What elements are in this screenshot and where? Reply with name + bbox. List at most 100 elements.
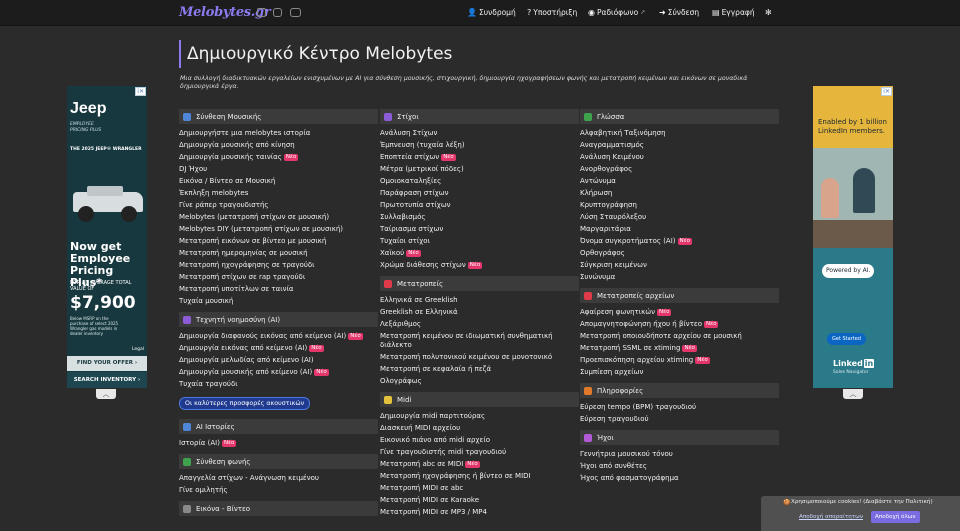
- cookie-necessary-button[interactable]: Αποδοχή απαραίτητων: [799, 514, 863, 520]
- tool-link[interactable]: Παράφραση στίχων: [380, 187, 579, 199]
- tool-link[interactable]: Μετατροπή οποιουδήποτε αρχείου σε μουσικ…: [580, 330, 779, 342]
- tool-link[interactable]: Ιστορία (AI) Νέο: [179, 437, 378, 449]
- tool-link[interactable]: Εύρεση τραγουδιού: [580, 413, 779, 425]
- tool-link[interactable]: Τυχαίοι στίχοι: [380, 235, 579, 247]
- tool-link[interactable]: Τυχαία τραγούδι: [179, 378, 378, 390]
- category-header[interactable]: Μετατροπείς: [380, 276, 579, 291]
- tool-link[interactable]: Κρυπτογράφηση: [580, 199, 779, 211]
- tool-link[interactable]: Μαργαριτάρια: [580, 223, 779, 235]
- tool-link[interactable]: Μετατροπή ηχογράφησης ή βίντεο σε MIDI: [380, 470, 579, 482]
- tool-link[interactable]: Έμπνευση (τυχαία λέξη): [380, 139, 579, 151]
- tool-link[interactable]: Εικονικό πιάνο από midi αρχείο: [380, 434, 579, 446]
- category-header[interactable]: Σύνθεση Μουσικής: [179, 109, 378, 124]
- tool-link[interactable]: Δημιουργία μουσικής ταινίας Νέο: [179, 151, 378, 163]
- category-header[interactable]: Στίχοι: [380, 109, 579, 124]
- tool-link[interactable]: Χρώμα διάθεσης στίχων Νέο: [380, 259, 579, 271]
- tool-link[interactable]: Λεξάριθμος: [380, 318, 579, 330]
- tool-link[interactable]: Όνομα συγκροτήματος (AI) Νέο: [580, 235, 779, 247]
- tool-link[interactable]: Συλλαβισμός: [380, 211, 579, 223]
- nav-login[interactable]: ➜ Σύνδεση: [659, 8, 699, 17]
- tool-link[interactable]: Συμπίεση αρχείων: [580, 366, 779, 378]
- tool-link[interactable]: Μετατροπή κειμένου σε ιδιωματική συνθημα…: [380, 330, 579, 351]
- headphones-offer-button[interactable]: Οι καλύτερες προσφορές ακουστικών: [179, 397, 311, 410]
- settings-icon[interactable]: ✻: [765, 8, 772, 17]
- ad-choices-icon[interactable]: i✕: [881, 87, 892, 96]
- tool-link[interactable]: Απομαγνητοφώνηση ήχου ή βίντεο Νέο: [580, 318, 779, 330]
- tool-link[interactable]: Εύρεση tempo (BPM) τραγουδιού: [580, 401, 779, 413]
- tool-link[interactable]: Μετατροπή πολυτονικού κειμένου σε μονοτο…: [380, 351, 579, 363]
- tool-link[interactable]: Μετατροπή MIDI σε MP3 / MP4: [380, 506, 579, 518]
- instagram-icon[interactable]: [273, 8, 282, 17]
- tool-link[interactable]: Δημιουργία εικόνας από κείμενο (AI) Νέο: [179, 342, 378, 354]
- tool-link[interactable]: Μετατροπή SSML σε xtiming Νέο: [580, 342, 779, 354]
- ad-banner-right[interactable]: i✕ Enabled by 1 billion LinkedIn members…: [813, 86, 893, 388]
- tool-link[interactable]: Ταίριασμα στίχων: [380, 223, 579, 235]
- tool-link[interactable]: Μέτρα (μετρικοί πόδες): [380, 163, 579, 175]
- tool-link[interactable]: Greeklish σε Ελληνικά: [380, 306, 579, 318]
- tool-link[interactable]: Ορθογράφος: [580, 247, 779, 259]
- tool-link[interactable]: Melobytes DIY (μετατροπή στίχων σε μουσι…: [179, 223, 378, 235]
- tool-link[interactable]: Γίνε τραγουδιστής midi τραγουδιού: [380, 446, 579, 458]
- category-header[interactable]: Σύνθεση φωνής: [179, 454, 378, 469]
- tool-link[interactable]: Γίνε ομιλητής: [179, 484, 378, 496]
- tool-link[interactable]: Τυχαία μουσική: [179, 295, 378, 307]
- nav-register[interactable]: ▤ Εγγραφή: [712, 8, 755, 17]
- tool-link[interactable]: Δημιουργία μουσικής από κείμενο (AI) Νέο: [179, 366, 378, 378]
- tool-link[interactable]: Μετατροπή ηχογράφησης σε τραγούδι: [179, 259, 378, 271]
- tool-link[interactable]: Αντώνυμα: [580, 175, 779, 187]
- tool-link[interactable]: Μετατροπή στίχων σε rap τραγούδι: [179, 271, 378, 283]
- tool-link[interactable]: Κλήρωση: [580, 187, 779, 199]
- tool-link[interactable]: Ανάλυση Στίχων: [380, 127, 579, 139]
- tool-link[interactable]: Αλφαβητική Ταξινόμηση: [580, 127, 779, 139]
- tool-link[interactable]: Μετατροπή ημερομηνίας σε μουσική: [179, 247, 378, 259]
- tool-link[interactable]: Πρωτοτυπία στίχων: [380, 199, 579, 211]
- tool-link[interactable]: Γεννήτρια μουσικού τόνου: [580, 448, 779, 460]
- tool-link[interactable]: Εικόνα / Βίντεο σε Μουσική: [179, 175, 378, 187]
- tool-link[interactable]: Ήχος από φασματογράφημα: [580, 472, 779, 484]
- tool-link[interactable]: Έκπληξη melobytes: [179, 187, 378, 199]
- tool-link[interactable]: DJ Ήχου: [179, 163, 378, 175]
- tool-link[interactable]: Ομοιοκαταληξίες: [380, 175, 579, 187]
- category-header[interactable]: Γλώσσα: [580, 109, 779, 124]
- tool-link[interactable]: Μετατροπή εικόνων σε βίντεο με μουσική: [179, 235, 378, 247]
- tool-link[interactable]: Εποπτεία στίχων Νέο: [380, 151, 579, 163]
- tool-link[interactable]: Μετατροπή MIDI σε Karaoke: [380, 494, 579, 506]
- nav-subscription[interactable]: 👤 Συνδρομή: [467, 8, 516, 17]
- tool-link[interactable]: Δημιουργία μουσικής από κίνηση: [179, 139, 378, 151]
- category-header[interactable]: Εικόνα - Βίντεο: [179, 501, 378, 516]
- tool-link[interactable]: Ολογράφως: [380, 375, 579, 387]
- tool-link[interactable]: Μετατροπή σε κεφαλαία ή πεζά: [380, 363, 579, 375]
- cookie-accept-all-button[interactable]: Αποδοχή όλων: [871, 511, 920, 523]
- facebook-icon[interactable]: [257, 8, 266, 17]
- nav-radio[interactable]: ◉ Ραδιόφωνο ↗: [588, 8, 645, 17]
- ad-collapse-left-icon[interactable]: ︿: [96, 389, 116, 399]
- tool-link[interactable]: Μετατροπή υποτίτλων σε ταινία: [179, 283, 378, 295]
- tool-link[interactable]: Δημιουργία διαφανούς εικόνας από κείμενο…: [179, 330, 378, 342]
- tool-link[interactable]: Δημιουργία midi παρτιτούρας: [380, 410, 579, 422]
- ad-choices-icon[interactable]: i✕: [135, 87, 146, 96]
- tool-link[interactable]: Αναγραμματισμός: [580, 139, 779, 151]
- tool-link[interactable]: Ήχοι από συνθέτες: [580, 460, 779, 472]
- youtube-icon[interactable]: [290, 8, 301, 17]
- tool-link[interactable]: Προεπισκόπηση αρχείου xtiming Νέο: [580, 354, 779, 366]
- tool-link[interactable]: Λύση Σταυρόλεξου: [580, 211, 779, 223]
- ad-collapse-right-icon[interactable]: ︿: [843, 389, 863, 399]
- category-header[interactable]: Τεχνητή νοημοσύνη (AI): [179, 312, 378, 327]
- ad-banner-left[interactable]: i✕ Jeep EMPLOYEE PRICING PLUS THE 2025 J…: [67, 86, 147, 388]
- tool-link[interactable]: Σύγκριση κειμένων: [580, 259, 779, 271]
- tool-link[interactable]: Διασκευή MIDI αρχείου: [380, 422, 579, 434]
- tool-link[interactable]: Συνώνυμα: [580, 271, 779, 283]
- category-header[interactable]: Πληροφορίες: [580, 383, 779, 398]
- category-header[interactable]: Μετατροπείς αρχείων: [580, 288, 779, 303]
- ad-get-started-button[interactable]: Get Started: [827, 333, 866, 345]
- tool-link[interactable]: Ανορθογράφος: [580, 163, 779, 175]
- category-header[interactable]: Ήχοι: [580, 430, 779, 445]
- ad-legal-link[interactable]: Legal: [132, 347, 144, 352]
- tool-link[interactable]: Δημιουργία μελωδίας από κείμενο (AI): [179, 354, 378, 366]
- tool-link[interactable]: Χαϊκού Νέο: [380, 247, 579, 259]
- tool-link[interactable]: Αφαίρεση φωνητικών Νέο: [580, 306, 779, 318]
- ad-search-inventory-button[interactable]: SEARCH INVENTORY ›: [67, 372, 147, 388]
- tool-link[interactable]: Μετατροπή MIDI σε abc: [380, 482, 579, 494]
- ad-find-offer-button[interactable]: FIND YOUR OFFER ›: [67, 356, 147, 371]
- tool-link[interactable]: Μετατροπή abc σε MIDI Νέο: [380, 458, 579, 470]
